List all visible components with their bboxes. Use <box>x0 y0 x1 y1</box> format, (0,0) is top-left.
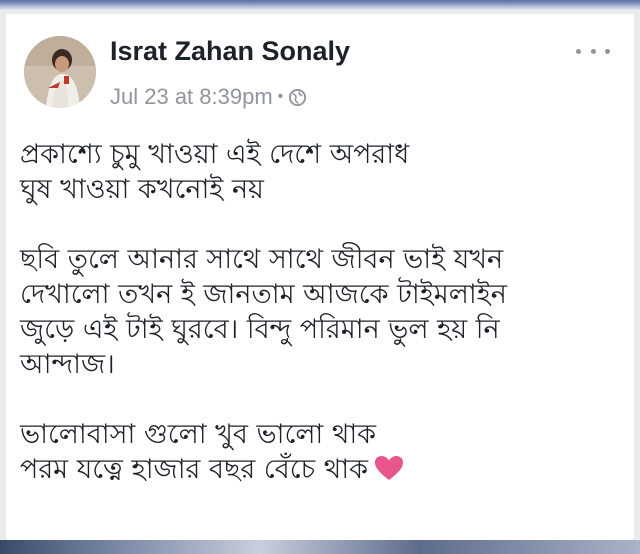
post-line: আন্দাজ। <box>20 349 115 380</box>
top-bar-edge <box>0 0 640 14</box>
globe-icon[interactable] <box>288 88 307 107</box>
more-options-icon[interactable] <box>576 44 610 58</box>
post-text: প্রকাশ্যে চুমু খাওয়া এই দেশে অপরাধ ঘুষ … <box>20 137 620 487</box>
bottom-edge <box>0 540 640 554</box>
post-line: ঘুষ খাওয়া কখনোই নয় <box>20 174 264 205</box>
post-meta: Jul 23 at 8:39pm • <box>110 84 307 110</box>
post-line: ভালোবাসা গুলো খুব ভালো থাক <box>20 419 377 450</box>
avatar[interactable] <box>24 36 96 108</box>
post-line-last: পরম যত্নে হাজার বছর বেঁচে থাক <box>20 452 620 487</box>
post-card: Israt Zahan Sonaly Jul 23 at 8:39pm • প্… <box>6 14 634 540</box>
post-line-text: পরম যত্নে হাজার বছর বেঁচে থাক <box>20 454 368 485</box>
post-line: জুড়ে এই টাই ঘুরবে। বিন্দু পরিমান ভুল হয… <box>20 314 500 345</box>
profile-photo <box>24 36 96 108</box>
post-timestamp[interactable]: Jul 23 at 8:39pm <box>110 84 273 110</box>
post-line: ছবি তুলে আনার সাথে সাথে জীবন ভাই যখন <box>20 244 504 275</box>
author-name[interactable]: Israt Zahan Sonaly <box>110 36 350 67</box>
more-dot <box>590 48 596 54</box>
post-line: প্রকাশ্যে চুমু খাওয়া এই দেশে অপরাধ <box>20 139 410 170</box>
pink-heart-icon <box>375 456 403 480</box>
post-line: দেখালো তখন ই জানতাম আজকে টাইমলাইন <box>20 279 507 310</box>
post-paragraph: প্রকাশ্যে চুমু খাওয়া এই দেশে অপরাধ ঘুষ … <box>20 137 620 207</box>
post-paragraph: ভালোবাসা গুলো খুব ভালো থাক পরম যত্নে হাজ… <box>20 417 620 487</box>
post-paragraph: ছবি তুলে আনার সাথে সাথে জীবন ভাই যখন দেখ… <box>20 242 620 382</box>
more-dot <box>576 48 581 54</box>
meta-separator: • <box>277 88 284 105</box>
more-dot <box>605 48 610 54</box>
